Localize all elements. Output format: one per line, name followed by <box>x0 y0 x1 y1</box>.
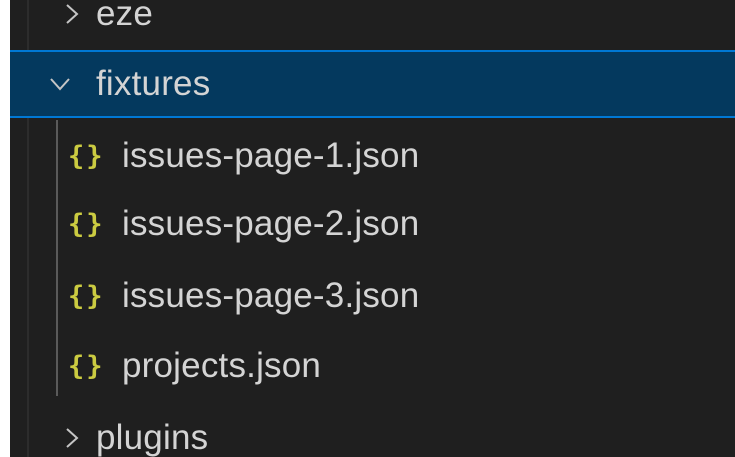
tree-item-issues-page-1[interactable]: {} issues-page-1.json <box>10 122 735 190</box>
tree-item-label: projects.json <box>122 346 322 385</box>
chevron-right-icon <box>58 0 86 28</box>
tree-item-label: eze <box>96 0 154 33</box>
tree-item-plugins[interactable]: plugins <box>10 404 735 457</box>
tree-item-label: issues-page-2.json <box>122 204 420 243</box>
tree-item-fixtures[interactable]: fixtures <box>10 50 735 118</box>
tree-item-projects[interactable]: {} projects.json <box>10 332 735 400</box>
file-explorer: eze fixtures {} issues-page-1.json {} is… <box>10 0 735 457</box>
chevron-right-icon <box>58 424 86 452</box>
json-file-icon: {} <box>68 140 105 172</box>
tree-item-issues-page-3[interactable]: {} issues-page-3.json <box>10 262 735 330</box>
json-file-icon: {} <box>68 350 105 382</box>
tree-item-issues-page-2[interactable]: {} issues-page-2.json <box>10 190 735 258</box>
json-file-icon: {} <box>68 280 105 312</box>
tree-item-label: fixtures <box>96 64 211 103</box>
chevron-down-icon <box>46 70 74 98</box>
tree-item-label: issues-page-3.json <box>122 276 420 315</box>
tree-item-label: plugins <box>96 418 209 457</box>
tree-item-eze[interactable]: eze <box>10 0 735 48</box>
json-file-icon: {} <box>68 208 105 240</box>
tree-item-label: issues-page-1.json <box>122 136 420 175</box>
